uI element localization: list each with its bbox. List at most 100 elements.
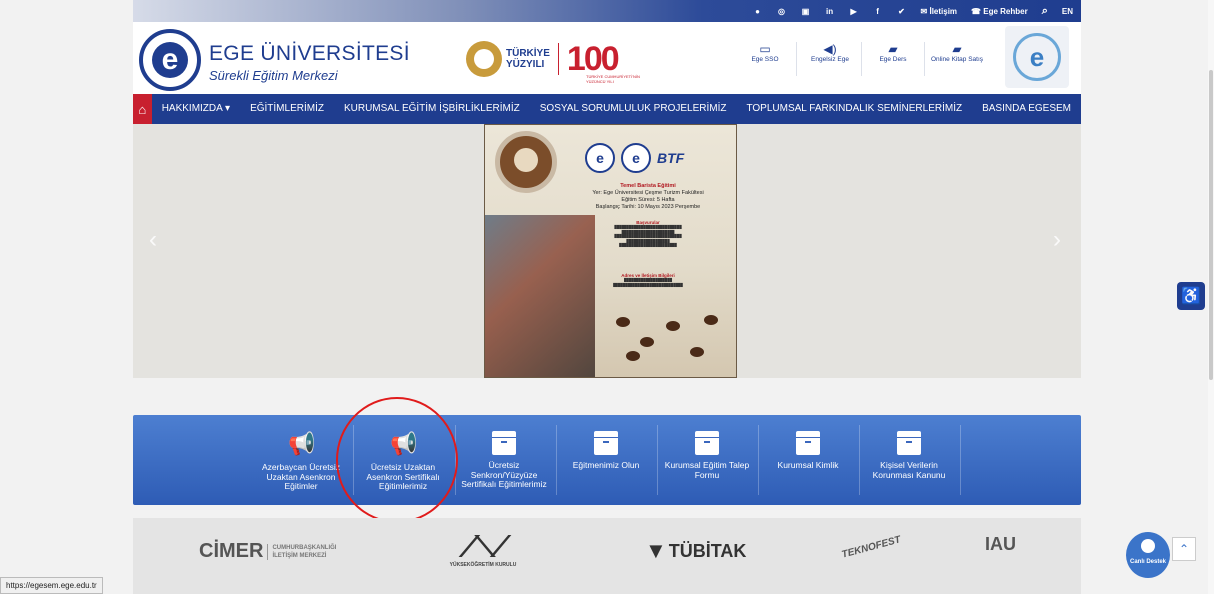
contact-link[interactable]: ✉ İletişim — [921, 7, 958, 16]
bean — [640, 337, 654, 347]
tr-100-number: 100 — [566, 40, 620, 78]
megaphone-icon: 📢 — [288, 431, 316, 456]
turkiye-yuzyili-logo: TÜRKİYE YÜZYILI 100 TÜRKİYE CUMHURİYETİ'… — [466, 38, 656, 84]
service-kurumsal-talep[interactable]: Kurumsal Eğitim Talep Formu — [656, 415, 758, 505]
quick-link-label: Engelsiz Ege — [811, 56, 849, 63]
poster-section-1: Başvurular — [636, 220, 660, 225]
red-annotation-circle — [336, 397, 458, 523]
bean — [704, 315, 718, 325]
bean — [616, 317, 630, 327]
top-utility-bar: ● ◎ ▣ in ▶ f ✔ ✉ İletişim ☎ Ege Rehber ⌕… — [133, 0, 1081, 22]
quick-link-label: Ege SSO — [751, 56, 779, 63]
live-support-button[interactable]: Canlı Destek — [1126, 532, 1170, 578]
service-label: Kurumsal Eğitim Talep Formu — [664, 460, 750, 480]
tr-divider — [557, 43, 559, 75]
scrollbar-thumb[interactable] — [1209, 70, 1213, 380]
logo-letter: e — [152, 42, 188, 78]
cimer-subtext: CUMHURBAŞKANLIĞI İLETİŞİM MERKEZİ — [267, 543, 337, 560]
bean — [626, 351, 640, 361]
facebook-icon[interactable]: f — [873, 7, 883, 16]
accessibility-icon[interactable]: ♿ — [1177, 282, 1205, 310]
site-title[interactable]: EGE ÜNİVERSİTESİ — [209, 42, 410, 66]
tr-line1: TÜRKİYE — [506, 48, 550, 59]
page-scrollbar[interactable] — [1208, 0, 1214, 594]
poster-body: Başvurular ████████████████████████████ █… — [613, 220, 683, 287]
browser-status-url: https://egesem.ege.edu.tr — [0, 577, 103, 594]
tubitak-shield-icon: ▼ — [645, 538, 667, 563]
service-kurumsal-kimlik[interactable]: Kurumsal Kimlik — [757, 415, 859, 505]
linkedin-icon[interactable]: in — [825, 7, 835, 16]
nav-item-egitimlerimiz[interactable]: EĞİTİMLERİMİZ — [240, 94, 334, 124]
quick-link-label: Ege Ders — [879, 56, 907, 63]
twitter-icon[interactable]: ✔ — [897, 7, 907, 16]
social-icon-3[interactable]: ▣ — [801, 7, 811, 16]
slider-prev-arrow[interactable]: ‹ — [149, 226, 157, 254]
service-label: Kişisel Verilerin Korunması Kanunu — [872, 460, 946, 480]
nav-item-toplumsal-farkindalik[interactable]: TOPLUMSAL FARKINDALIK SEMİNERLERİMİZ — [736, 94, 972, 124]
iau-logo[interactable]: IAU — [985, 534, 1016, 555]
nav-item-sosyal-sorumluluk[interactable]: SOSYAL SORUMLULUK PROJELERİMİZ — [530, 94, 737, 124]
archive-box-icon — [897, 431, 921, 455]
contact-link-label: İletişim — [929, 6, 958, 16]
poster-logos: e e BTF — [585, 143, 684, 173]
tubitak-text: TÜBİTAK — [668, 540, 747, 561]
quick-link-online-kitap[interactable]: ▰ Online Kitap Satış — [929, 42, 985, 64]
home-icon[interactable]: ⌂ — [133, 94, 152, 124]
poster-line-2: Eğitim Süresi: 5 Hafta — [621, 197, 675, 203]
archive-box-icon — [492, 431, 516, 455]
hero-slider: ‹ › e e BTF Temel Barista Eğitimi Yer: E… — [133, 124, 1081, 378]
ege-university-logo[interactable]: e — [139, 29, 201, 91]
service-label: Kurumsal Kimlik — [777, 460, 839, 470]
top-utility-items: ● ◎ ▣ in ▶ f ✔ ✉ İletişim ☎ Ege Rehber ⌕… — [753, 0, 1073, 22]
quick-divider — [924, 42, 925, 76]
book-icon: ▰ — [952, 42, 962, 56]
turkiye-yuzyili-text: TÜRKİYE YÜZYILI — [506, 48, 550, 70]
poster-heading-block: Temel Barista Eğitimi Yer: Ege Üniversit… — [563, 183, 733, 211]
archive-box-icon — [695, 431, 719, 455]
cimer-logo[interactable]: CİMER CUMHURBAŞKANLIĞI İLETİŞİM MERKEZİ — [199, 540, 336, 563]
services-bar: 📢 Azerbaycan Ücretsiz Uzaktan Asenkron E… — [133, 415, 1081, 505]
guide-link-label: Ege Rehber — [983, 6, 1028, 16]
egesem-badge-logo[interactable]: e — [1005, 26, 1069, 88]
cimer-sub1: CUMHURBAŞKANLIĞI — [272, 544, 337, 551]
quick-divider — [861, 42, 862, 76]
guide-link[interactable]: ☎ Ege Rehber — [971, 7, 1028, 16]
language-en-link[interactable]: EN — [1062, 7, 1073, 16]
nav-item-hakkimizda[interactable]: HAKKIMIZDA ▾ — [152, 94, 240, 124]
scroll-to-top-icon[interactable]: ⌃ — [1172, 537, 1196, 561]
quick-link-engelsiz-ege[interactable]: ◀) Engelsiz Ege — [802, 42, 858, 64]
main-navigation: ⌂ HAKKIMIZDA ▾ EĞİTİMLERİMİZ KURUMSAL EĞ… — [133, 94, 1081, 124]
tr-line2: YÜZYILI — [506, 59, 545, 70]
social-icon-1[interactable]: ● — [753, 7, 763, 16]
egesem-badge-letter: e — [1013, 33, 1061, 81]
service-kvkk[interactable]: Kişisel Verilerin Korunması Kanunu — [858, 415, 960, 505]
bean — [666, 321, 680, 331]
coffee-cup-image — [495, 131, 557, 193]
nav-item-kurumsal-egitim[interactable]: KURUMSAL EĞİTİM İŞBİRLİKLERİMİZ — [334, 94, 530, 124]
archive-box-icon — [594, 431, 618, 455]
instagram-icon[interactable]: ◎ — [777, 7, 787, 16]
poster-section-2: Adres ve İletişim Bilgileri — [621, 272, 675, 278]
yok-text: YÜKSEKÖĞRETİM KURULU — [449, 562, 517, 568]
quick-link-ege-sso[interactable]: ▭ Ege SSO — [737, 42, 793, 64]
youtube-icon[interactable]: ▶ — [849, 7, 859, 16]
cimer-text: CİMER — [199, 540, 264, 562]
speaker-icon: ◀) — [823, 42, 837, 56]
yok-logo[interactable]: ⟋⟍⟋ YÜKSEKÖĞRETİM KURULU — [435, 532, 531, 569]
nav-item-basinda-egesem[interactable]: BASINDA EGESEM — [972, 94, 1081, 124]
slider-next-arrow[interactable]: › — [1053, 226, 1061, 254]
service-egitmenimiz-olun[interactable]: Eğitmenimiz Olun — [555, 415, 657, 505]
barista-training-poster[interactable]: e e BTF Temel Barista Eğitimi Yer: Ege Ü… — [484, 124, 737, 378]
poster-line-1: Yer: Ege Üniversitesi Çeşme Turizm Fakül… — [592, 190, 704, 196]
monitor-icon: ▭ — [759, 42, 771, 56]
tr-small-caption: TÜRKİYE CUMHURİYETİ'NİN YÜZÜNCÜ YILI — [586, 74, 640, 84]
quick-link-ege-ders[interactable]: ▰ Ege Ders — [865, 42, 921, 64]
teknofest-logo[interactable]: TEKNOFEST — [841, 534, 902, 560]
service-label: Ücretsiz Senkron/Yüzyüze Sertifikalı Eği… — [461, 460, 547, 489]
turkiye-crescent-icon — [466, 41, 502, 77]
search-icon[interactable]: ⌕ — [1042, 5, 1048, 18]
poster-egesem-logo: e — [621, 143, 651, 173]
service-senkron-yuzyuze[interactable]: Ücretsiz Senkron/Yüzyüze Sertifikalı Eği… — [453, 415, 555, 505]
tubitak-logo[interactable]: ▼ TÜBİTAK — [645, 538, 746, 564]
service-label: Eğitmenimiz Olun — [572, 460, 640, 470]
